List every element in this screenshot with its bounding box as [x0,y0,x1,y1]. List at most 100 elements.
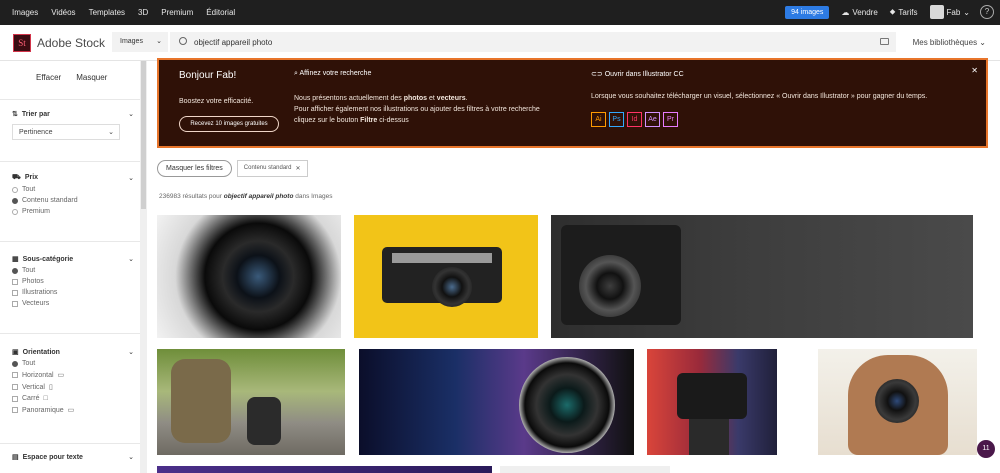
text: et [427,95,437,102]
radio[interactable] [12,208,18,215]
text-space-header[interactable]: ▤ Espace pour texte ⌄ [12,453,134,462]
nav-images[interactable]: Images [12,8,38,17]
nav-3d[interactable]: 3D [138,8,148,17]
free-images-button[interactable]: Recevez 10 images gratuites [179,116,279,132]
divider [0,333,140,334]
radio-selected[interactable] [12,360,18,367]
refine-column: ⌕ Affinez votre recherche Nous présenton… [294,70,540,126]
image-tile[interactable] [157,215,341,338]
subcat-option-all[interactable]: Tout [12,267,134,274]
panoramic-icon: ▭ [67,407,75,414]
camera-lens [432,267,472,307]
adobe-stock-logo[interactable]: St [13,34,31,52]
greeting-column: Bonjour Fab! Boostez votre efficacité. [179,70,253,105]
chevron-down-icon: ⌄ [128,349,134,356]
price-option-standard[interactable]: Contenu standard [12,197,134,204]
photoshop-app-icon[interactable]: Ps [609,112,624,127]
camera-top [392,253,492,263]
checkbox[interactable] [12,300,18,307]
filter-chip[interactable]: Contenu standard ✕ [236,160,308,177]
orientation-section: ▣ Orientation ⌄ Tout Horizontal ▭ Vertica… [12,348,134,414]
price-option-premium[interactable]: Premium [12,208,134,215]
refine-line-2: Pour afficher également nos illustration… [294,106,540,113]
orient-option-panoramic[interactable]: Panoramique ▭ [12,406,134,414]
subcategory-title: Sous-catégorie [22,255,74,263]
scrollbar-thumb[interactable] [141,61,146,209]
cart-icon: ⛟ [12,174,21,181]
image-tile[interactable] [157,466,492,473]
brand-name[interactable]: Adobe Stock [37,36,105,50]
tripod [689,419,729,455]
hide-filters-button[interactable]: Masquer les filtres [157,160,232,177]
price-option-all[interactable]: Tout [12,186,134,193]
subcat-option-illustrations[interactable]: Illustrations [12,289,134,296]
sort-select[interactable]: Pertinence ⌄ [12,124,120,140]
search-scope-select[interactable]: Images ⌄ [112,32,168,52]
sell-link[interactable]: ☁ Vendre [841,8,877,17]
after-effects-app-icon[interactable]: Ae [645,112,660,127]
option-label: Tout [22,360,36,367]
divider [0,443,140,444]
illustrator-app-icon[interactable]: Ai [591,112,606,127]
libraries-menu[interactable]: Mes bibliothèques ⌄ [913,38,986,47]
orient-option-horizontal[interactable]: Horizontal ▭ [12,371,134,379]
chevron-down-icon: ⌄ [963,7,970,17]
nav-videos[interactable]: Vidéos [51,8,75,17]
checkbox[interactable] [12,384,18,390]
refine-title-text: Affinez votre recherche [299,70,372,77]
hide-filters-sidebar-button[interactable]: Masquer [76,73,107,82]
close-icon[interactable]: ✕ [296,165,301,172]
category-nav: Images Vidéos Templates 3D Premium Édito… [12,8,235,17]
subcategory-header[interactable]: ▦ Sous-catégorie ⌄ [12,255,134,264]
camera-icon[interactable] [880,38,889,45]
checkbox[interactable] [12,395,18,402]
images-count-badge[interactable]: 94 images [785,5,830,19]
image-tile[interactable] [157,349,345,455]
close-icon[interactable]: ✕ [971,66,978,75]
radio[interactable] [12,186,18,193]
camera-lens [519,357,615,453]
image-tile[interactable] [354,215,538,338]
checkbox[interactable] [12,289,18,296]
orient-option-square[interactable]: Carré □ [12,395,134,402]
subcat-option-photos[interactable]: Photos [12,278,134,285]
radio-selected[interactable] [12,267,18,274]
search-header: St Adobe Stock Images ⌄ objectif apparei… [0,25,1000,61]
search-input[interactable]: objectif appareil photo [170,32,896,52]
illustrator-column: ⊂⊃ Ouvrir dans Illustrator CC Lorsque vo… [591,70,927,100]
image-tile[interactable] [359,349,634,455]
notification-badge[interactable]: 11 [977,440,995,458]
image-tile[interactable] [647,349,777,455]
nav-templates[interactable]: Templates [89,8,125,17]
illustrator-text: Lorsque vous souhaitez télécharger un vi… [591,93,928,100]
subcat-option-vectors[interactable]: Vecteurs [12,300,134,307]
checkbox[interactable] [12,372,18,378]
premiere-app-icon[interactable]: Pr [663,112,678,127]
option-label: Contenu standard [22,197,78,204]
clear-filters-button[interactable]: Effacer [36,73,61,82]
orientation-header[interactable]: ▣ Orientation ⌄ [12,348,134,357]
image-tile[interactable] [818,349,977,455]
refine-line-1: Nous présentons actuellement des photos … [294,95,468,102]
tag-icon: ⬥ [889,7,896,16]
image-tile[interactable] [500,466,670,473]
checkbox[interactable] [12,407,18,413]
search-value: objectif appareil photo [194,38,273,47]
radio-selected[interactable] [12,197,18,204]
sort-header[interactable]: ⇅ Trier par ⌄ [12,110,134,119]
text-space-section: ▤ Espace pour texte ⌄ [12,453,134,462]
text-icon: ▤ [12,454,19,461]
sidebar-scrollbar[interactable] [140,61,147,473]
pricing-link[interactable]: ⬥ Tarifs [890,7,918,17]
orient-option-all[interactable]: Tout [12,360,134,367]
indesign-app-icon[interactable]: Id [627,112,642,127]
user-menu[interactable]: Fab ⌄ [929,5,970,19]
help-icon[interactable]: ? [980,5,994,19]
orient-option-vertical[interactable]: Vertical ▯ [12,383,134,391]
nav-editorial[interactable]: Éditorial [206,8,235,17]
nav-premium[interactable]: Premium [161,8,193,17]
price-header[interactable]: ⛟ Prix ⌄ [12,173,134,182]
link-icon: ⊂⊃ [591,71,605,78]
checkbox[interactable] [12,278,18,285]
image-tile[interactable] [551,215,973,338]
